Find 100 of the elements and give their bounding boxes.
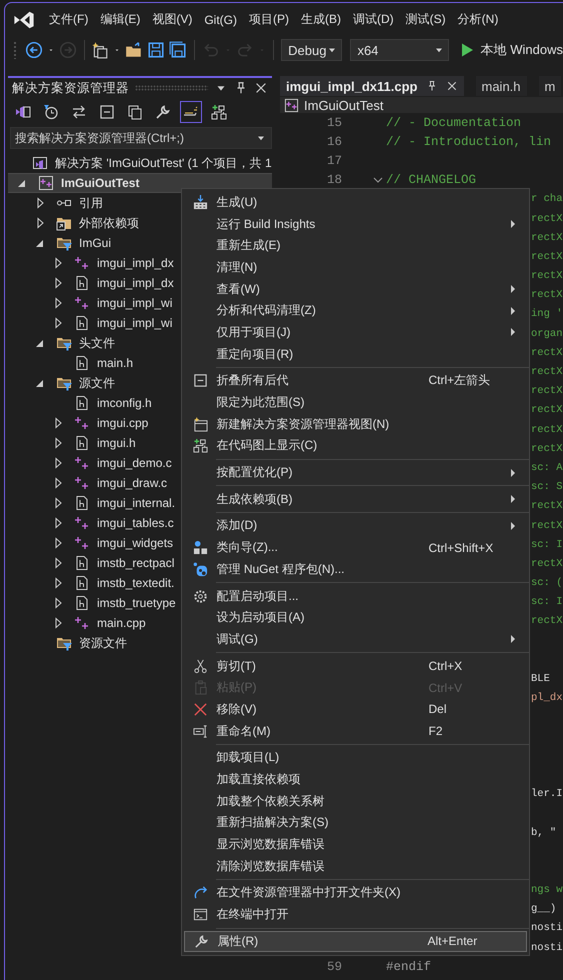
code-text: #endif [386,960,432,974]
panel-grip[interactable] [135,85,208,91]
tree-item[interactable]: ImGui [8,233,114,253]
code-text: rectX [531,500,563,512]
menu-item[interactable]: 调试(D) [349,11,398,28]
open-folder-icon[interactable] [125,41,144,59]
menu-item[interactable]: 项目(P) [245,11,293,28]
tree-item[interactable]: imgui_widgets [8,533,176,553]
code-text: b, " [531,826,556,839]
tree-item[interactable]: 资源文件 [8,633,130,653]
tree-item[interactable]: imgui_impl_wi [8,293,176,313]
menu-item[interactable]: 查看(W) [184,278,526,300]
gear-icon [192,588,208,604]
close-icon[interactable] [446,80,458,92]
code-text: // - Introduction, lin [386,134,552,149]
tree-item[interactable]: imgui_draw.c [8,473,170,493]
menu-item[interactable]: 移除(V) Del [184,698,526,720]
menu-item[interactable]: 重命名(M) F2 [184,720,526,742]
menu-item[interactable]: 显示浏览数据库错误 [184,834,526,856]
menu-item[interactable]: 类向导(Z)... Ctrl+Shift+X [184,536,526,558]
tree-item[interactable]: 源文件 [8,373,118,393]
tree-item[interactable]: imstb_truetype [8,593,179,613]
menu-item[interactable]: 分析和代码清理(Z) [184,300,526,322]
cpp-file-icon [74,295,90,311]
toolbar-grip[interactable] [13,41,17,59]
tree-item[interactable]: imgui_impl_dx [8,253,177,273]
configuration-dropdown[interactable]: Debug [281,39,342,61]
filter-folder-icon [56,235,72,251]
menu-item[interactable]: 在文件资源管理器中打开文件夹(X) [184,882,526,904]
code-text: // - Documentation [386,116,522,130]
menu-item[interactable]: 重新扫描解决方案(S) [184,812,526,834]
header-file-icon [74,495,90,511]
menu-item[interactable]: 文件(F) [45,11,92,28]
platform-dropdown[interactable]: x64 [350,39,449,61]
menu-item[interactable]: 限定为此范围(S) [184,392,526,414]
cpp-file-icon [74,455,90,471]
menu-item[interactable]: 新建解决方案资源管理器视图(N) [184,413,526,436]
tree-item[interactable]: 解决方案 'ImGuiOutTest' (1 个项目，共 1 [8,153,275,173]
menu-item[interactable]: 卸载项目(L) [184,747,526,769]
tree-item[interactable]: imgui.h [8,433,139,453]
menu-item[interactable]: 按配置优化(P) [184,462,526,484]
tree-item[interactable]: imgui_impl_wi [8,313,176,333]
tree-item[interactable]: imstb_textedit. [8,573,178,593]
menu-item[interactable]: 剪切(T) Ctrl+X [184,655,526,677]
run-button[interactable]: 本地 Windows [480,41,563,59]
editor-tab[interactable]: imgui_impl_dx11.cpp [280,76,464,96]
tree-item[interactable]: 头文件 [8,333,118,353]
menu-item[interactable]: 生成依赖项(B) [184,488,526,510]
menu-item[interactable]: 视图(V) [148,11,196,28]
menu-item[interactable]: 生成(U) [184,192,526,214]
menu-item[interactable]: 测试(S) [402,11,450,28]
tree-item[interactable]: main.h [8,353,136,373]
menu-item[interactable]: 编辑(E) [96,11,144,28]
menu-item[interactable]: 仅用于项目(J) [184,322,526,344]
code-text: rectX [531,558,563,570]
menu-item[interactable]: 分析(N) [454,11,502,28]
menu-item[interactable]: 加载直接依赖项 [184,768,526,790]
back-icon[interactable] [24,41,43,59]
menu-item[interactable]: 运行 Build Insights [184,213,526,235]
menu-item[interactable]: 清理(N) [184,256,526,278]
tree-item[interactable]: imgui.cpp [8,413,152,433]
code-text: // CHANGELOG [386,173,476,188]
tree-item[interactable]: imgui_demo.c [8,453,175,473]
menu-item[interactable]: 配置启动项目... [184,585,526,607]
menu-item[interactable]: 设为启动项目(A) [184,606,526,629]
menu-item[interactable]: 清除浏览数据库错误 [184,855,526,878]
menu-item[interactable]: 生成(B) [297,11,345,28]
tree-item[interactable]: ImGuiOutTest [8,173,272,193]
tree-item[interactable]: imgui_impl_dx [8,273,177,293]
menu-item[interactable]: 重定向项目(R) [184,343,526,365]
menu-item[interactable]: 折叠所有后代 Ctrl+左箭头 [184,370,526,392]
tree-item[interactable]: 引用 [8,193,106,213]
menu-item[interactable]: 管理 NuGet 程序包(N)... [184,558,526,580]
header-file-icon [74,575,90,591]
save-icon[interactable] [147,41,166,59]
solution-icon [32,155,48,171]
menu-item[interactable]: 调试(G) [184,628,526,650]
new-project-icon[interactable] [91,41,110,59]
menu-item[interactable]: 添加(D) [184,515,526,537]
tree-item[interactable]: main.cpp [8,613,149,633]
menu-item[interactable]: Git(G) [200,12,241,26]
search-field[interactable]: 搜索解决方案资源管理器(Ctrl+;) [10,127,272,149]
toolbar-button[interactable] [180,101,202,123]
tree-item[interactable]: imgui_tables.c [8,513,177,533]
close-icon[interactable] [254,81,268,95]
menu-item[interactable]: 重新生成(E) [184,234,526,257]
tree-item[interactable]: imconfig.h [8,393,155,413]
tree-item[interactable]: 外部依赖项 [8,213,142,233]
editor-tab[interactable]: m [538,76,562,96]
menu-item[interactable]: 属性(R) Alt+Enter [184,930,526,952]
menu-item[interactable]: 加载整个依赖关系树 [184,790,526,812]
menu-item[interactable]: 在终端中打开 [184,904,526,926]
save-all-icon[interactable] [169,41,188,59]
tree-item[interactable]: imgui_internal. [8,493,178,513]
cpp-file-icon [74,475,90,491]
menu-item[interactable]: 在代码图上显示(C) [184,435,526,457]
code-text: ngs w [531,884,563,896]
editor-tab[interactable]: main.h [476,76,527,96]
code-text: sc: ( [531,577,563,590]
tree-item[interactable]: imstb_rectpacl [8,553,178,573]
